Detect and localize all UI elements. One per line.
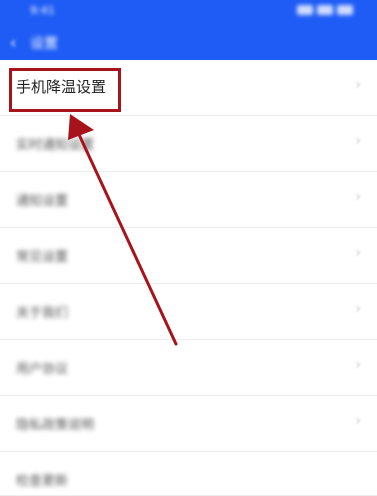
- settings-item-7[interactable]: 隐私政策说明 ›: [0, 396, 377, 452]
- settings-item-label: 实时通知设置: [16, 138, 95, 153]
- settings-item-3[interactable]: 通知设置 ›: [0, 172, 377, 228]
- settings-item-6[interactable]: 用户协议 ›: [0, 340, 377, 396]
- app-header: ‹ 设置: [0, 24, 377, 60]
- chevron-right-icon: ›: [355, 357, 361, 373]
- settings-item-label: 检查更新: [16, 474, 69, 489]
- settings-item-label: 手机降温设置: [16, 78, 107, 96]
- settings-item-2[interactable]: 实时通知设置 ›: [0, 116, 377, 172]
- wifi-icon: [317, 5, 333, 15]
- settings-item-label: 通知设置: [16, 194, 69, 209]
- chevron-right-icon: ›: [355, 245, 361, 261]
- settings-item-4[interactable]: 常见设置 ›: [0, 228, 377, 284]
- chevron-right-icon: ›: [355, 77, 361, 93]
- status-time: 9:41: [30, 4, 55, 17]
- settings-item-label: 用户协议: [16, 362, 69, 377]
- chevron-right-icon: ›: [355, 189, 361, 205]
- settings-item-8[interactable]: 检查更新: [0, 452, 377, 496]
- chevron-right-icon: ›: [355, 133, 361, 149]
- status-icons: [233, 5, 353, 17]
- chevron-right-icon: ›: [355, 301, 361, 317]
- status-bar: 9:41: [0, 0, 377, 24]
- settings-item-label: 常见设置: [16, 250, 69, 265]
- back-icon[interactable]: ‹: [10, 33, 16, 52]
- settings-item-label: 关于我们: [16, 306, 69, 321]
- page-title: 设置: [30, 36, 58, 52]
- settings-list: 手机降温设置 › 实时通知设置 › 通知设置 › 常见设置 › 关于我们 › 用…: [0, 60, 377, 496]
- settings-item-label: 隐私政策说明: [16, 418, 95, 433]
- battery-icon: [337, 5, 353, 15]
- settings-item-phone-cooling[interactable]: 手机降温设置 ›: [0, 60, 377, 116]
- signal-icon: [297, 5, 313, 15]
- settings-item-5[interactable]: 关于我们 ›: [0, 284, 377, 340]
- chevron-right-icon: ›: [355, 413, 361, 429]
